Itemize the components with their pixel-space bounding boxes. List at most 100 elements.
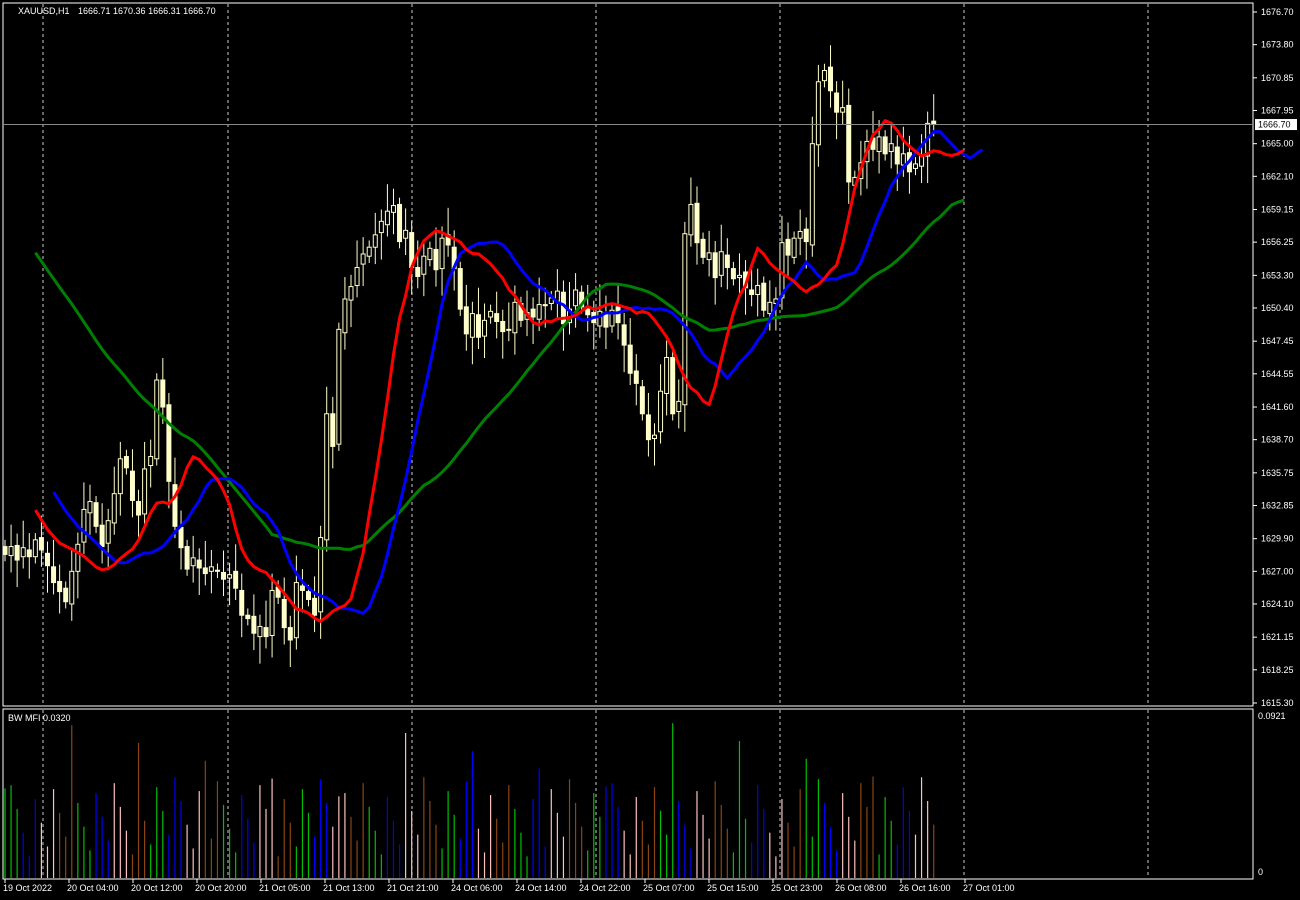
price-axis-label: 1653.30 xyxy=(1261,270,1294,280)
bull-candle xyxy=(597,310,603,327)
bear-candle xyxy=(670,357,676,415)
bear-candle xyxy=(51,566,57,584)
bull-candle xyxy=(148,456,154,467)
bear-candle xyxy=(299,585,305,591)
time-axis-label: 25 Oct 07:00 xyxy=(643,883,695,893)
bull-candle xyxy=(87,501,93,514)
bear-candle xyxy=(160,379,166,408)
price-axis-label: 1635.75 xyxy=(1261,468,1294,478)
bear-candle xyxy=(882,136,888,155)
bear-candle xyxy=(433,248,439,271)
bull-candle xyxy=(117,458,123,495)
bull-candle xyxy=(736,274,742,279)
bull-candle xyxy=(797,230,803,239)
bear-candle xyxy=(281,598,287,629)
bull-candle xyxy=(651,434,657,440)
bull-candle xyxy=(257,625,263,638)
time-axis-label: 19 Oct 2022 xyxy=(3,883,52,893)
bear-candle xyxy=(178,526,184,549)
bear-candle xyxy=(38,537,44,551)
bull-candle xyxy=(105,520,111,544)
bull-candle xyxy=(512,301,518,334)
bull-candle xyxy=(536,304,542,320)
time-axis-label: 20 Oct 04:00 xyxy=(67,883,119,893)
bull-candle xyxy=(8,546,14,557)
bull-candle xyxy=(913,163,918,169)
bull-candle xyxy=(384,210,390,226)
bear-candle xyxy=(530,308,536,318)
bull-candle xyxy=(791,237,797,258)
bear-candle xyxy=(136,501,142,516)
price-axis-label: 1632.85 xyxy=(1261,500,1294,510)
price-axis-label: 1656.25 xyxy=(1261,237,1294,247)
bull-candle xyxy=(81,508,87,543)
bull-candle xyxy=(403,229,409,239)
bull-candle xyxy=(767,301,773,315)
bull-candle xyxy=(482,319,488,337)
bear-candle xyxy=(457,268,463,310)
bull-candle xyxy=(348,286,354,301)
bull-candle xyxy=(809,143,815,246)
time-axis-label: 25 Oct 23:00 xyxy=(771,883,823,893)
bull-candle xyxy=(821,70,827,82)
price-axis-label: 1650.40 xyxy=(1261,303,1294,313)
bear-candle xyxy=(233,570,239,589)
bull-candle xyxy=(208,566,214,572)
bear-candle xyxy=(330,413,336,447)
bull-candle xyxy=(75,543,81,572)
bear-candle xyxy=(846,104,852,183)
bear-candle xyxy=(694,202,700,244)
bull-candle xyxy=(488,310,494,318)
bull-candle xyxy=(227,574,233,579)
time-axis-label: 27 Oct 01:00 xyxy=(963,883,1015,893)
bull-candle xyxy=(706,252,712,261)
bear-candle xyxy=(749,289,755,295)
bear-candle xyxy=(712,252,718,279)
bear-candle xyxy=(196,559,202,569)
bull-candle xyxy=(111,493,117,524)
bear-candle xyxy=(221,571,227,580)
bear-candle xyxy=(415,266,421,277)
bull-candle xyxy=(354,266,360,286)
indicator-axis-top: 0.0921 xyxy=(1258,711,1286,721)
bull-candle xyxy=(506,328,512,331)
bear-candle xyxy=(239,589,245,616)
bear-candle xyxy=(312,597,318,616)
time-axis-label: 24 Oct 06:00 xyxy=(451,883,503,893)
bull-candle xyxy=(32,539,38,558)
bear-candle xyxy=(931,120,937,126)
bull-candle xyxy=(190,557,196,567)
bull-candle xyxy=(469,313,475,338)
bull-candle xyxy=(664,357,670,395)
bear-candle xyxy=(2,546,8,555)
price-axis-label: 1641.60 xyxy=(1261,402,1294,412)
bear-candle xyxy=(26,549,32,558)
bear-candle xyxy=(475,314,481,338)
bull-candle xyxy=(919,155,925,167)
time-axis-label: 26 Oct 16:00 xyxy=(899,883,951,893)
price-axis-label: 1659.15 xyxy=(1261,205,1294,215)
bear-candle xyxy=(93,502,99,527)
price-axis-label: 1667.95 xyxy=(1261,105,1294,115)
bear-candle xyxy=(724,254,730,268)
time-axis-label: 25 Oct 15:00 xyxy=(707,883,759,893)
bear-candle xyxy=(123,456,129,469)
bull-candle xyxy=(342,298,348,334)
bear-candle xyxy=(615,306,621,324)
bull-candle xyxy=(876,136,882,153)
bear-candle xyxy=(245,614,251,620)
bull-candle xyxy=(840,107,846,113)
bear-candle xyxy=(828,66,834,92)
bull-candle xyxy=(900,153,906,166)
price-axis-label: 1647.45 xyxy=(1261,336,1294,346)
bear-candle xyxy=(700,238,706,258)
bear-candle xyxy=(500,320,506,333)
trading-chart-window[interactable]: 1666.70 1676.70 1673.80 1670.85 1667.95 1665… xyxy=(0,0,1300,900)
bear-candle xyxy=(621,324,627,346)
bear-candle xyxy=(397,203,403,243)
bear-candle xyxy=(44,552,50,567)
indicator-axis-bottom: 0 xyxy=(1258,867,1263,877)
bull-candle xyxy=(269,589,275,636)
bull-candle xyxy=(324,413,330,541)
time-axis-label: 21 Oct 05:00 xyxy=(259,883,311,893)
